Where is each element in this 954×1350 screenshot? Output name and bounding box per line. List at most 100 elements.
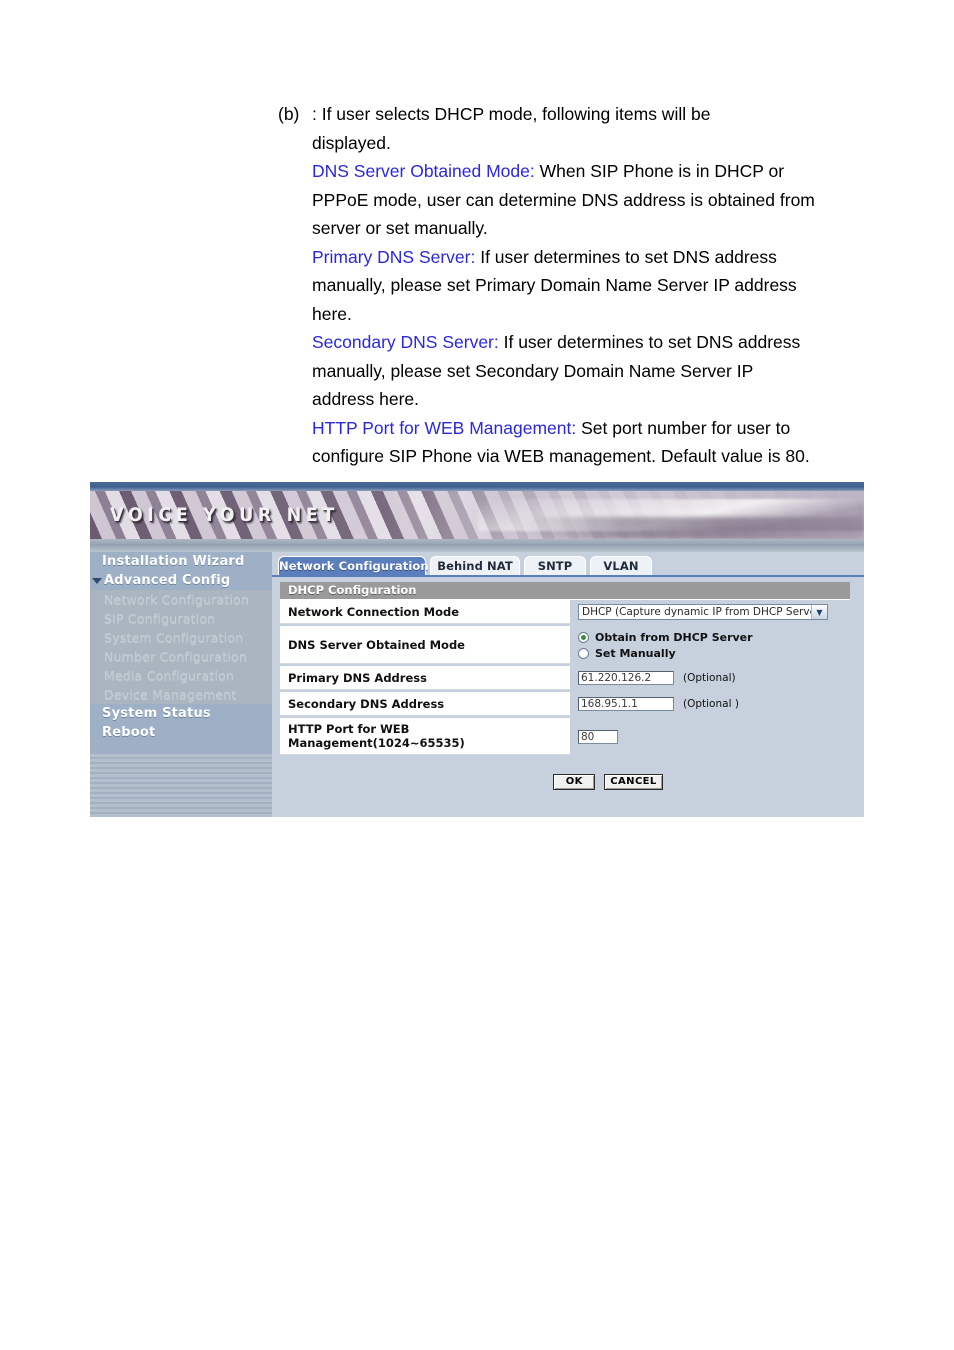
form-row-label: Network Connection Mode xyxy=(280,600,570,624)
form-row: DNS Server Obtained Mode Obtain from DHCP… xyxy=(280,626,850,664)
form-row-field: DHCP (Capture dynamic IP from DHCP Serve… xyxy=(570,600,850,624)
sidebar-item-label: Number Configuration xyxy=(104,649,247,664)
tab-sntp[interactable]: SNTP xyxy=(524,556,586,576)
radio-option-label: Set Manually xyxy=(595,646,676,660)
sidebar-item-label: Advanced Config xyxy=(104,573,231,588)
ok-button[interactable]: OK xyxy=(553,774,596,790)
doc-keyword: HTTP Port for WEB Management: xyxy=(312,417,577,438)
document-text-block: (b): If user selects DHCP mode, followin… xyxy=(278,100,878,471)
sidebar-stripe-pattern xyxy=(90,754,272,817)
radio-option[interactable]: Set Manually xyxy=(578,647,753,660)
doc-text: : If user selects DHCP mode, following i… xyxy=(312,104,711,124)
radio-option-label: Obtain from DHCP Server xyxy=(595,630,753,644)
form-button-row: OK CANCEL xyxy=(272,774,864,790)
form-row-label: Secondary DNS Address xyxy=(280,692,570,716)
chevron-down-icon xyxy=(92,577,102,584)
tab-label: VLAN xyxy=(603,559,639,573)
sidebar-item-system-status[interactable]: System Status xyxy=(90,704,272,723)
tab-behind-nat[interactable]: Behind NAT xyxy=(430,556,520,576)
banner-shadow-graphic xyxy=(520,517,864,539)
sidebar-item-installation-wizard[interactable]: Installation Wizard xyxy=(90,552,272,571)
tab-network-configuration[interactable]: Network Configuration xyxy=(278,556,429,576)
sidebar-item-device-management[interactable]: Device Management xyxy=(90,685,272,704)
sidebar-item-label: Network Configuration xyxy=(104,592,250,607)
sidebar-item-network-configuration[interactable]: Network Configuration xyxy=(90,590,272,609)
sidebar-item-label: Reboot xyxy=(102,725,156,740)
doc-line: server or set manually. xyxy=(278,214,878,243)
sidebar-item-label: SIP Configuration xyxy=(104,611,216,626)
doc-line: Secondary DNS Server: If user determines… xyxy=(278,328,878,357)
doc-text: manually, please set Primary Domain Name… xyxy=(312,275,797,295)
content-area: Network Configuration Behind NAT SNTP VLAN … xyxy=(272,552,864,817)
form-row: Primary DNS Address 61.220.126.2 (Optional… xyxy=(280,666,850,690)
doc-text: here. xyxy=(312,303,352,324)
sidebar-item-number-configuration[interactable]: Number Configuration xyxy=(90,647,272,666)
brand-logo-text: VOICE YOUR NET xyxy=(110,504,339,526)
doc-text: If user determines to set DNS address xyxy=(475,246,777,267)
form-row-field: 168.95.1.1 (Optional ) xyxy=(570,692,850,716)
doc-text: Set port number for user to xyxy=(576,417,791,438)
tab-label: Behind NAT xyxy=(437,559,513,573)
form-row-field: 61.220.126.2 (Optional) xyxy=(570,666,850,690)
sidebar-item-reboot[interactable]: Reboot xyxy=(90,723,272,742)
doc-keyword: DNS Server Obtained Mode: xyxy=(312,161,535,181)
tab-underline xyxy=(272,575,864,577)
radio-button-icon[interactable] xyxy=(578,631,589,643)
sidebar-item-label: System Status xyxy=(102,706,211,721)
dhcp-config-panel: DHCP Configuration Network Connection Mo… xyxy=(280,582,850,757)
doc-text: server or set manually. xyxy=(312,218,488,238)
doc-keyword: Primary DNS Server: xyxy=(312,246,476,267)
sidebar-item-system-configuration[interactable]: System Configuration xyxy=(90,628,272,647)
tab-label: SNTP xyxy=(537,559,573,573)
form-row-label: Primary DNS Address xyxy=(280,666,570,690)
sidebar-item-label: System Configuration xyxy=(104,630,244,645)
dns-address-input[interactable]: 61.220.126.2 xyxy=(578,671,674,685)
field-note: (Optional) xyxy=(683,672,736,684)
sidebar-item-advanced-config[interactable]: Advanced Config xyxy=(90,571,272,590)
doc-text: address here. xyxy=(312,389,420,409)
doc-line: Primary DNS Server: If user determines t… xyxy=(278,243,878,272)
banner-separator xyxy=(90,539,864,553)
form-row: HTTP Port for WEB Management(1024~65535)… xyxy=(280,718,850,755)
panel-title: DHCP Configuration xyxy=(280,582,850,600)
doc-keyword: Secondary DNS Server: xyxy=(312,332,499,352)
sidebar-item-label: Device Management xyxy=(104,687,237,702)
doc-text: manually, please set Secondary Domain Na… xyxy=(312,360,754,381)
doc-text: PPPoE mode, user can determine DNS addre… xyxy=(312,189,815,210)
doc-line: manually, please set Primary Domain Name… xyxy=(278,271,878,300)
sidebar-item-label: Installation Wizard xyxy=(102,554,245,569)
dns-obtained-mode-radio-group: Obtain from DHCP Server Set Manually xyxy=(578,631,753,660)
radio-button-icon[interactable] xyxy=(578,647,589,659)
doc-text: displayed. xyxy=(312,132,391,153)
doc-line: address here. xyxy=(278,385,878,414)
doc-line: configure SIP Phone via WEB management. … xyxy=(278,442,878,471)
form-row: Secondary DNS Address 168.95.1.1 (Optional… xyxy=(280,692,850,716)
sidebar-item-label: Media Configuration xyxy=(104,668,235,683)
form-row-field: Obtain from DHCP Server Set Manually xyxy=(570,626,850,664)
doc-text: If user determines to set DNS address xyxy=(498,332,801,352)
form-row-field: 80 xyxy=(570,718,850,755)
network-connection-mode-select[interactable]: DHCP (Capture dynamic IP from DHCP Serve… xyxy=(578,604,828,620)
http-port-input[interactable]: 80 xyxy=(578,729,618,744)
sidebar-item-media-configuration[interactable]: Media Configuration xyxy=(90,666,272,685)
embedded-router-ui-screenshot: VOICE YOUR NET Installation Wizard Advanc… xyxy=(90,482,864,817)
doc-text: configure SIP Phone via WEB management. … xyxy=(312,446,810,466)
field-note: (Optional ) xyxy=(683,698,739,710)
cancel-button[interactable]: CANCEL xyxy=(604,774,663,790)
doc-line: (b): If user selects DHCP mode, followin… xyxy=(278,100,878,129)
doc-line: HTTP Port for WEB Management: Set port n… xyxy=(278,414,878,443)
select-value: DHCP (Capture dynamic IP from DHCP Serve… xyxy=(582,606,825,618)
tab-label: Network Configuration xyxy=(279,559,429,573)
sidebar-item-sip-configuration[interactable]: SIP Configuration xyxy=(90,609,272,628)
doc-text: When SIP Phone is in DHCP or xyxy=(534,161,785,181)
doc-line: PPPoE mode, user can determine DNS addre… xyxy=(278,186,878,215)
doc-line: DNS Server Obtained Mode: When SIP Phone… xyxy=(278,157,878,186)
doc-line: manually, please set Secondary Domain Na… xyxy=(278,357,878,386)
form-row-label: HTTP Port for WEB Management(1024~65535) xyxy=(280,718,570,755)
form-row-label: DNS Server Obtained Mode xyxy=(280,626,570,664)
sidebar-filler-stripes xyxy=(90,754,272,817)
radio-option[interactable]: Obtain from DHCP Server xyxy=(578,631,753,644)
tab-vlan[interactable]: VLAN xyxy=(590,556,652,576)
chevron-down-icon[interactable]: ▼ xyxy=(811,605,827,619)
dns-address-input[interactable]: 168.95.1.1 xyxy=(578,697,674,711)
